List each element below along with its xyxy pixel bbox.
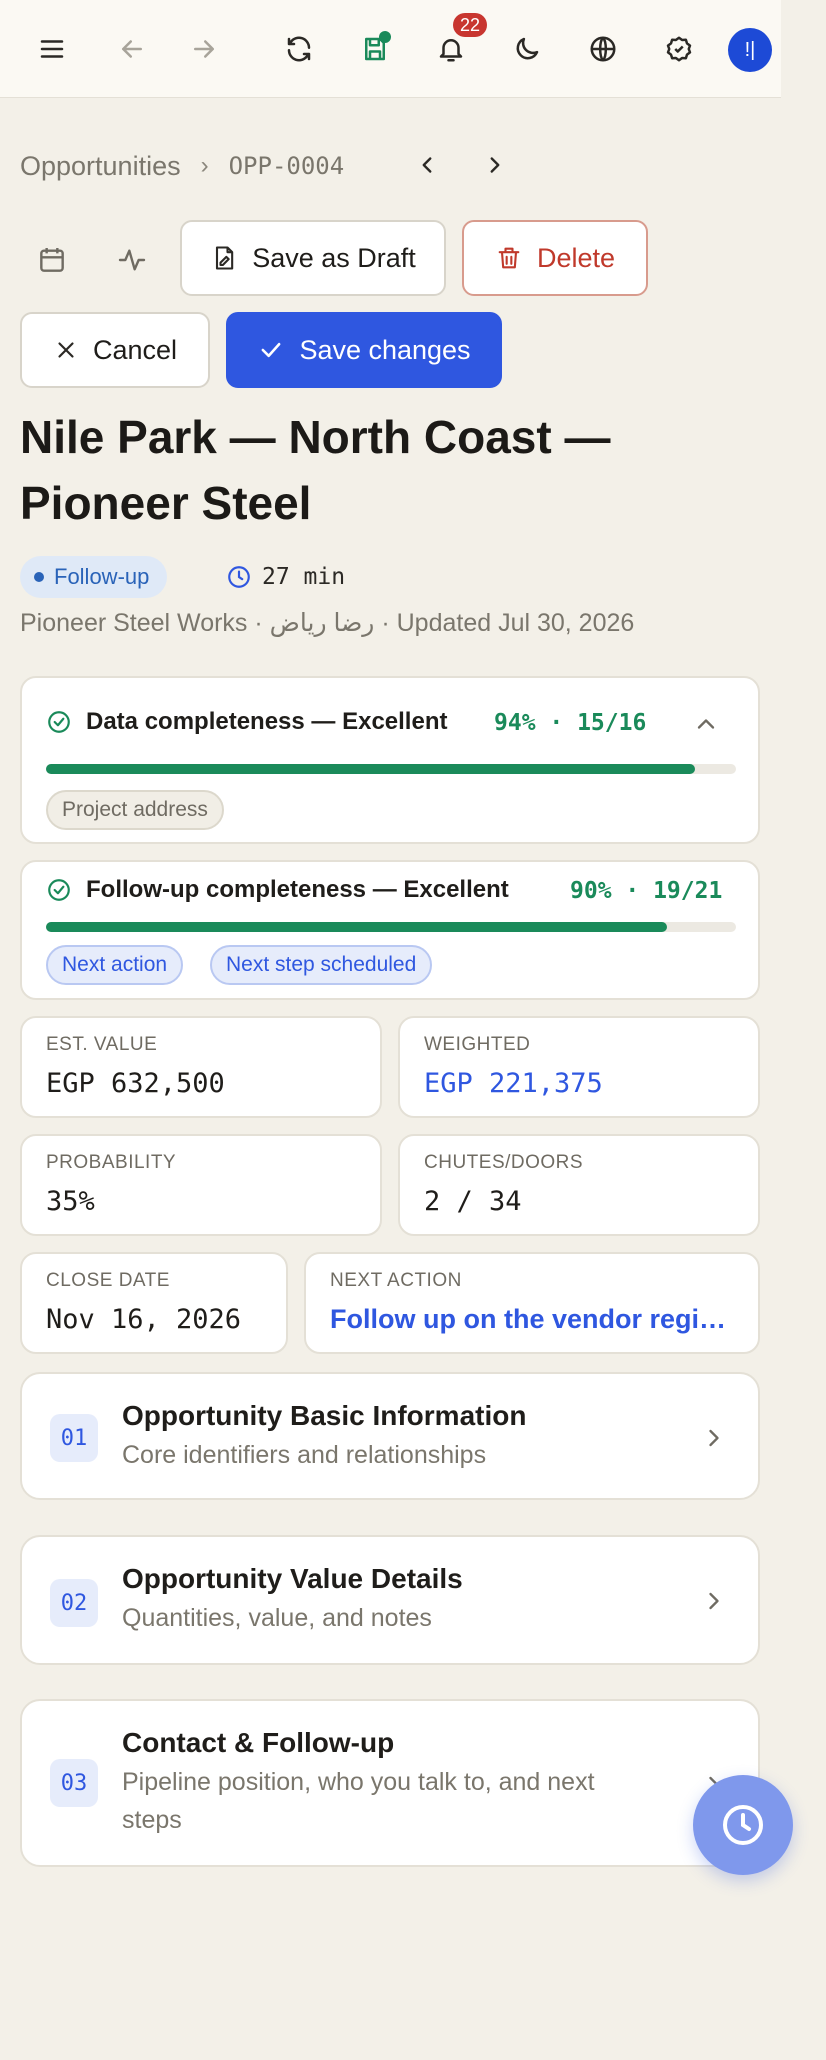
save-as-draft-button[interactable]: Save as Draft [180, 220, 446, 296]
dark-mode-icon[interactable] [507, 29, 547, 69]
clock-icon [228, 566, 250, 588]
save-status-icon[interactable] [355, 29, 395, 69]
section-basic-information[interactable]: 01 Opportunity Basic Information Core id… [20, 1372, 760, 1500]
close-icon [58, 342, 74, 358]
missing-next-step-chip[interactable]: Next step scheduled [210, 945, 433, 985]
delete-button[interactable]: Delete [462, 220, 648, 296]
breadcrumb: Opportunities › OPP-0004 [20, 146, 344, 186]
refresh-icon[interactable] [279, 29, 319, 69]
check-circle-icon [48, 879, 70, 901]
close-date-label: CLOSE DATE [46, 1270, 170, 1291]
chutes-doors-value: 2 / 34 [424, 1186, 522, 1217]
est-value: EGP 632,500 [46, 1068, 225, 1099]
followup-completeness-card: Follow-up completeness — Excellent 90% ·… [20, 860, 760, 1000]
section-subtitle: Quantities, value, and notes [122, 1604, 432, 1632]
history-fab-button[interactable] [693, 1775, 793, 1875]
next-action-value[interactable]: Follow up on the vendor registr… [330, 1304, 730, 1335]
clock-icon [723, 1805, 763, 1845]
previous-record-chevron-icon[interactable] [412, 150, 442, 180]
chutes-doors-card: CHUTES/DOORS 2 / 34 [398, 1134, 760, 1236]
close-date-value: Nov 16, 2026 [46, 1304, 242, 1335]
section-subtitle: Pipeline position, who you talk to, and … [122, 1768, 595, 1834]
trash-icon [498, 247, 520, 269]
cancel-button[interactable]: Cancel [20, 312, 210, 388]
notifications-icon[interactable]: 22 [431, 13, 487, 69]
followup-completeness-bar [46, 922, 736, 932]
draft-file-icon [216, 246, 234, 270]
forward-arrow-icon[interactable] [184, 29, 224, 69]
data-completeness-score: 94% · 15/16 [494, 710, 647, 736]
breadcrumb-opportunities-link[interactable]: Opportunities [20, 151, 181, 182]
followup-completeness-score: 90% · 19/21 [570, 878, 723, 904]
data-completeness-card: Data completeness — Excellent 94% · 15/1… [20, 676, 760, 844]
section-title: Opportunity Basic Information [122, 1400, 527, 1431]
probability-card: PROBABILITY 35% [20, 1134, 382, 1236]
section-title: Contact & Follow-up [122, 1727, 395, 1758]
online-indicator [379, 31, 391, 43]
data-completeness-label: Data completeness — Excellent [86, 708, 448, 735]
section-subtitle: Core identifiers and relationships [122, 1441, 487, 1469]
delete-label: Delete [536, 242, 616, 273]
page-title: Nile Park — North Coast — Pioneer Steel [20, 411, 611, 529]
cancel-label: Cancel [92, 334, 178, 365]
followup-completeness-header: Follow-up completeness — Excellent [46, 876, 509, 904]
missing-field-chip[interactable]: Project address [46, 790, 224, 830]
weighted-card: WEIGHTED EGP 221,375 [398, 1016, 760, 1118]
next-record-chevron-icon[interactable] [480, 150, 510, 180]
est-value-label: EST. VALUE [46, 1034, 158, 1055]
probability-value: 35% [46, 1186, 95, 1217]
timer-value: 27 min [262, 564, 346, 590]
status-dot [34, 572, 44, 582]
verified-badge-icon[interactable] [659, 29, 699, 69]
user-avatar[interactable]: !| [728, 28, 772, 72]
section-title: Opportunity Value Details [122, 1563, 463, 1594]
section-number: 02 [50, 1579, 98, 1627]
chevron-right-icon [709, 1592, 719, 1610]
followup-completeness-label: Follow-up completeness — Excellent [86, 876, 509, 903]
close-date-card: CLOSE DATE Nov 16, 2026 [20, 1252, 288, 1354]
opportunity-meta: Pioneer Steel Works · رضا رياض · Updated… [20, 609, 635, 637]
notification-count-badge: 22 [453, 13, 487, 37]
chevron-right-icon [709, 1429, 719, 1447]
calendar-icon[interactable] [27, 235, 77, 285]
save-changes-button[interactable]: Save changes [226, 312, 502, 388]
weighted-value: EGP 221,375 [424, 1068, 603, 1099]
probability-label: PROBABILITY [46, 1152, 177, 1173]
next-action-card[interactable]: NEXT ACTION Follow up on the vendor regi… [304, 1252, 760, 1354]
section-contact-followup[interactable]: 03 Contact & Follow-up Pipeline position… [20, 1699, 760, 1867]
activity-icon[interactable] [107, 235, 157, 285]
missing-next-action-chip[interactable]: Next action [46, 945, 184, 985]
top-bar: 22 !| [0, 0, 781, 98]
data-completeness-bar [46, 764, 736, 774]
est-value-card: EST. VALUE EGP 632,500 [20, 1016, 382, 1118]
followup-completeness-bar-fill [46, 922, 667, 932]
back-arrow-icon[interactable] [112, 29, 152, 69]
status-label: Follow-up [54, 564, 150, 589]
status-badge[interactable]: Follow-up [20, 556, 168, 598]
section-value-details[interactable]: 02 Opportunity Value Details Quantities,… [20, 1535, 760, 1665]
data-completeness-bar-fill [46, 764, 695, 774]
collapse-chevron-up-icon[interactable] [692, 710, 720, 738]
check-icon [261, 342, 281, 358]
time-in-stage: 27 min [226, 560, 345, 594]
save-as-draft-label: Save as Draft [252, 242, 416, 273]
section-number: 01 [50, 1414, 98, 1462]
next-action-label: NEXT ACTION [330, 1270, 462, 1291]
menu-icon[interactable] [32, 29, 72, 69]
language-globe-icon[interactable] [583, 29, 623, 69]
check-circle-icon [48, 711, 70, 733]
breadcrumb-current: OPP-0004 [228, 152, 345, 180]
section-number: 03 [50, 1759, 98, 1807]
chutes-doors-label: CHUTES/DOORS [424, 1152, 584, 1173]
weighted-label: WEIGHTED [424, 1034, 531, 1055]
save-changes-label: Save changes [299, 334, 471, 365]
data-completeness-header: Data completeness — Excellent [46, 708, 447, 736]
breadcrumb-separator: › [200, 152, 209, 179]
